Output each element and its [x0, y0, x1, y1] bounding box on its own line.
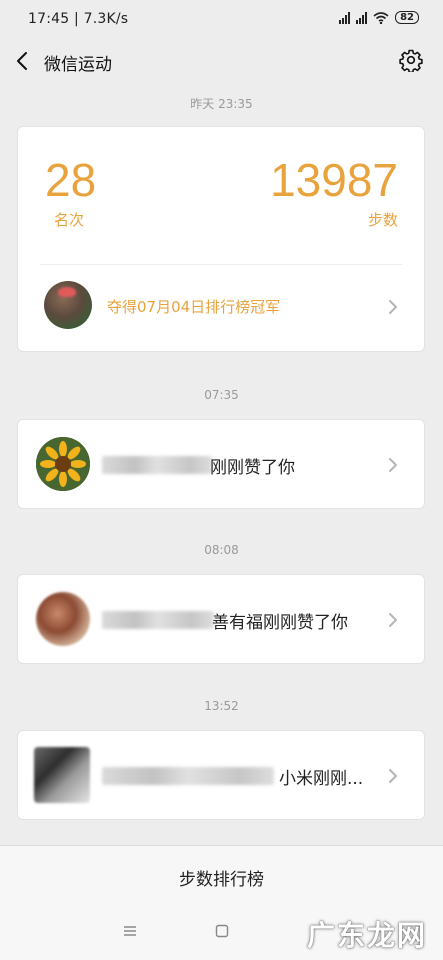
sunflower-icon	[36, 437, 90, 491]
status-left: 17:45 | 7.3K/s	[28, 11, 129, 27]
nav-bar: 微信运动	[0, 40, 443, 86]
status-bar: 17:45 | 7.3K/s 82	[0, 0, 443, 40]
avatar	[36, 437, 90, 491]
status-icons: 82	[339, 11, 419, 24]
page-title: 微信运动	[44, 55, 112, 75]
chevron-right-icon	[389, 300, 397, 314]
champion-row[interactable]: 夺得07月04日排行榜冠军	[18, 265, 424, 351]
blurred-name	[102, 611, 214, 629]
like-row[interactable]: 善有福刚刚赞了你	[17, 574, 425, 664]
battery-indicator: 82	[395, 11, 419, 24]
menu-icon[interactable]	[123, 924, 137, 938]
home-icon[interactable]	[215, 924, 229, 938]
like-text: 刚刚赞了你	[210, 458, 295, 478]
like-text: 善有福刚刚赞了你	[212, 613, 348, 633]
like-text: 小米刚刚...	[279, 769, 364, 789]
steps-label: 步数	[367, 211, 398, 229]
step-ranking-button[interactable]: 步数排行榜	[0, 846, 443, 908]
like-row[interactable]: 小米刚刚...	[17, 730, 425, 820]
watermark-logo: 广东龙网	[306, 919, 427, 952]
back-arrow-icon[interactable]	[12, 50, 34, 72]
timestamp: 07:35	[204, 388, 239, 402]
blurred-name	[102, 456, 212, 474]
avatar	[44, 281, 92, 329]
chevron-right-icon	[389, 458, 397, 472]
timestamp: 13:52	[204, 699, 239, 713]
status-speed: 7.3K/s	[83, 11, 129, 27]
signal-icon	[339, 11, 351, 24]
chevron-right-icon	[389, 769, 397, 783]
rank-value: 28	[45, 154, 97, 206]
timestamp: 昨天 23:35	[190, 97, 253, 111]
chevron-right-icon	[389, 613, 397, 627]
gear-icon[interactable]	[399, 48, 423, 72]
timestamp: 08:08	[204, 543, 239, 557]
steps-value: 13987	[270, 154, 398, 206]
champion-text: 夺得07月04日排行榜冠军	[107, 298, 281, 316]
signal-icon	[356, 11, 368, 24]
summary-card: 28 名次 13987 步数 夺得07月04日排行榜冠军	[17, 126, 425, 352]
status-time: 17:45	[28, 11, 70, 27]
wifi-icon	[373, 11, 389, 24]
blurred-name	[102, 767, 274, 785]
rank-label: 名次	[54, 211, 85, 229]
avatar	[36, 592, 90, 646]
like-row[interactable]: 刚刚赞了你	[17, 419, 425, 509]
avatar	[34, 747, 90, 803]
